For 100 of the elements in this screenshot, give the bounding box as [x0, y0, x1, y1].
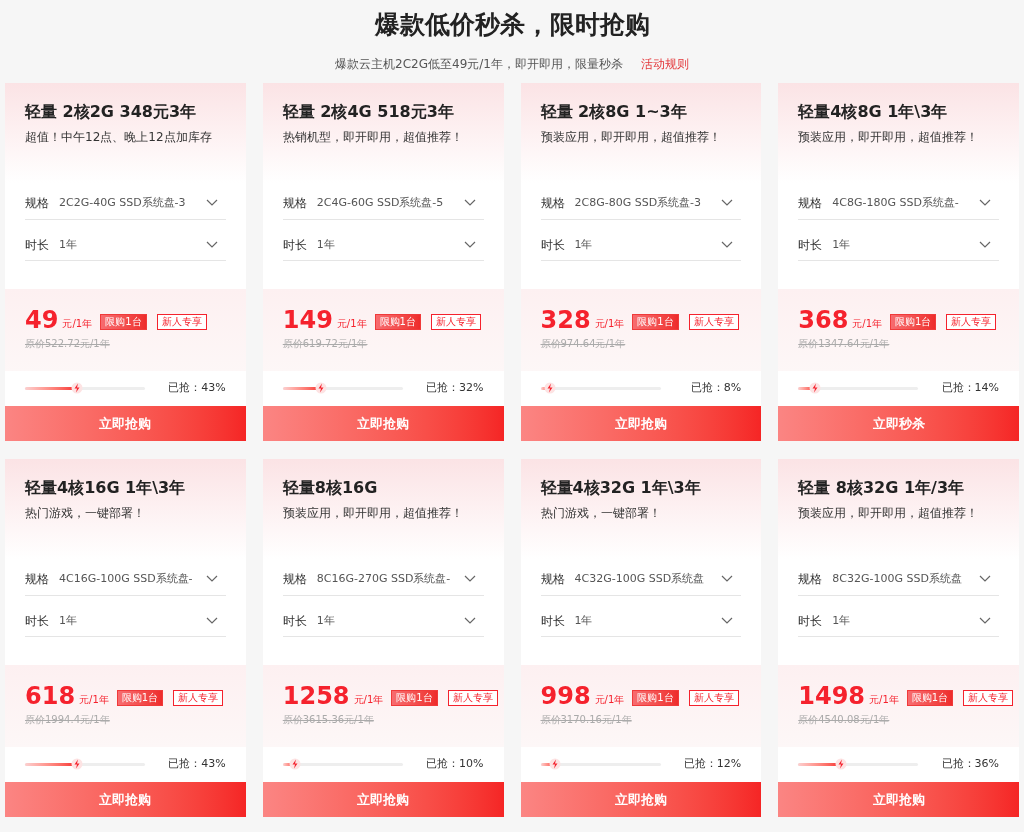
sold-percentage: 已抢：43%	[168, 380, 226, 397]
card-subtitle: 热门游戏，一键部署！	[540, 505, 661, 522]
card-subtitle: 热销机型，即开即用，超值推荐！	[282, 129, 463, 146]
chevron-down-icon	[205, 241, 218, 250]
lightning-icon	[544, 382, 557, 395]
card-title: 轻量8核16G	[282, 477, 378, 499]
duration-select[interactable]: 时长 1年	[798, 229, 999, 262]
sold-percentage: 已抢：14%	[941, 380, 999, 397]
card-subtitle: 预装应用，即开即用，超值推荐！	[798, 505, 979, 522]
duration-select[interactable]: 时长 1年	[25, 605, 226, 638]
page-title: 爆款低价秒杀，限时抢购	[374, 9, 650, 41]
tag: 新人专享	[963, 690, 1014, 707]
duration-select[interactable]: 时长 1年	[282, 605, 484, 638]
spec-select[interactable]: 规格 4C8G-180G SSD系统盘-	[798, 187, 999, 220]
card-title: 轻量 8核32G 1年/3年	[798, 477, 965, 499]
page-subtitle: 爆款云主机2C2G低至49元/1年，即开即用，限量秒杀	[335, 56, 623, 73]
chevron-down-icon	[463, 575, 476, 584]
tag: 新人专享	[688, 314, 739, 331]
original-price: 原价3615.36元/1年	[282, 713, 374, 728]
lightning-icon	[315, 382, 328, 395]
original-price: 原价974.64元/1年	[540, 337, 626, 352]
lightning-icon	[70, 382, 83, 395]
spec-select[interactable]: 规格 2C8G-80G SSD系统盘-3	[540, 187, 742, 220]
card-subtitle: 预装应用，即开即用，超值推荐！	[798, 129, 979, 146]
duration-select[interactable]: 时长 1年	[540, 229, 742, 262]
lightning-icon	[835, 758, 848, 771]
sold-percentage: 已抢：43%	[168, 756, 226, 773]
price-unit: 元/1年	[353, 693, 384, 708]
sold-percentage: 已抢：32%	[426, 380, 484, 397]
lightning-icon	[548, 758, 561, 771]
chevron-down-icon	[979, 241, 991, 250]
price: 368	[798, 306, 849, 335]
tag: 新人专享	[173, 690, 224, 707]
price-unit: 元/1年	[62, 317, 93, 332]
original-price: 原价619.72元/1年	[282, 337, 368, 352]
spec-select[interactable]: 规格 8C16G-270G SSD系统盘-	[282, 563, 484, 596]
original-price: 原价1994.4元/1年	[25, 713, 110, 728]
sold-percentage: 已抢：36%	[941, 756, 999, 773]
price-unit: 元/1年	[594, 693, 625, 708]
tag: 限购1台	[632, 314, 679, 331]
price-unit: 元/1年	[336, 317, 367, 332]
original-price: 原价1347.64元/1年	[798, 337, 890, 352]
original-price: 原价522.72元/1年	[25, 337, 110, 352]
tag: 限购1台	[890, 314, 937, 331]
price-unit: 元/1年	[594, 317, 625, 332]
sold-percentage: 已抢：12%	[683, 756, 742, 773]
card-subtitle: 预装应用，即开即用，超值推荐！	[282, 505, 463, 522]
tag: 新人专享	[430, 314, 481, 331]
tag: 限购1台	[116, 690, 164, 707]
card-title: 轻量4核8G 1年\3年	[798, 101, 948, 123]
tag: 新人专享	[946, 314, 997, 331]
tag: 限购1台	[374, 314, 421, 331]
price-unit: 元/1年	[869, 693, 899, 708]
chevron-down-icon	[721, 575, 734, 584]
spec-select[interactable]: 规格 2C4G-60G SSD系统盘-5	[282, 187, 484, 220]
tag: 限购1台	[391, 690, 438, 707]
chevron-down-icon	[205, 199, 218, 208]
duration-select[interactable]: 时长 1年	[282, 229, 484, 262]
chevron-down-icon	[205, 575, 218, 584]
original-price: 原价4540.08元/1年	[798, 713, 890, 728]
card-title: 轻量4核32G 1年\3年	[540, 477, 701, 499]
tag: 新人专享	[688, 690, 739, 707]
rules-link[interactable]: 活动规则	[640, 55, 689, 73]
card-subtitle: 热门游戏，一键部署！	[25, 505, 145, 522]
chevron-down-icon	[979, 617, 991, 626]
chevron-down-icon	[979, 575, 991, 584]
duration-select[interactable]: 时长 1年	[540, 605, 742, 638]
lightning-icon	[288, 758, 301, 771]
sold-percentage: 已抢：10%	[426, 756, 484, 773]
price: 618	[25, 682, 76, 711]
tag: 新人专享	[156, 314, 207, 331]
spec-select[interactable]: 规格 8C32G-100G SSD系统盘	[798, 563, 999, 596]
chevron-down-icon	[721, 199, 734, 208]
chevron-down-icon	[721, 617, 734, 626]
price-unit: 元/1年	[79, 693, 109, 708]
tag: 限购1台	[632, 690, 679, 707]
price: 328	[540, 306, 591, 335]
tag: 限购1台	[100, 314, 147, 331]
price: 49	[25, 306, 59, 335]
tag: 限购1台	[906, 690, 954, 707]
chevron-down-icon	[463, 199, 476, 208]
price-unit: 元/1年	[852, 317, 883, 332]
card-title: 轻量 2核2G 348元3年	[25, 101, 197, 123]
duration-select[interactable]: 时长 1年	[798, 605, 999, 638]
price: 1258	[282, 682, 350, 711]
chevron-down-icon	[721, 241, 734, 250]
sold-percentage: 已抢：8%	[690, 380, 742, 397]
spec-select[interactable]: 规格 4C32G-100G SSD系统盘	[540, 563, 742, 596]
spec-select[interactable]: 规格 2C2G-40G SSD系统盘-3	[25, 187, 226, 220]
chevron-down-icon	[205, 617, 218, 626]
card-title: 轻量 2核4G 518元3年	[282, 101, 454, 123]
card-subtitle: 预装应用，即开即用，超值推荐！	[540, 129, 721, 146]
spec-select[interactable]: 规格 4C16G-100G SSD系统盘-	[25, 563, 226, 596]
tag: 新人专享	[447, 690, 498, 707]
price: 998	[540, 682, 591, 711]
card-title: 轻量 2核8G 1~3年	[540, 101, 687, 123]
card-title: 轻量4核16G 1年\3年	[25, 477, 186, 499]
duration-select[interactable]: 时长 1年	[25, 229, 226, 262]
chevron-down-icon	[979, 199, 991, 208]
chevron-down-icon	[463, 241, 476, 250]
